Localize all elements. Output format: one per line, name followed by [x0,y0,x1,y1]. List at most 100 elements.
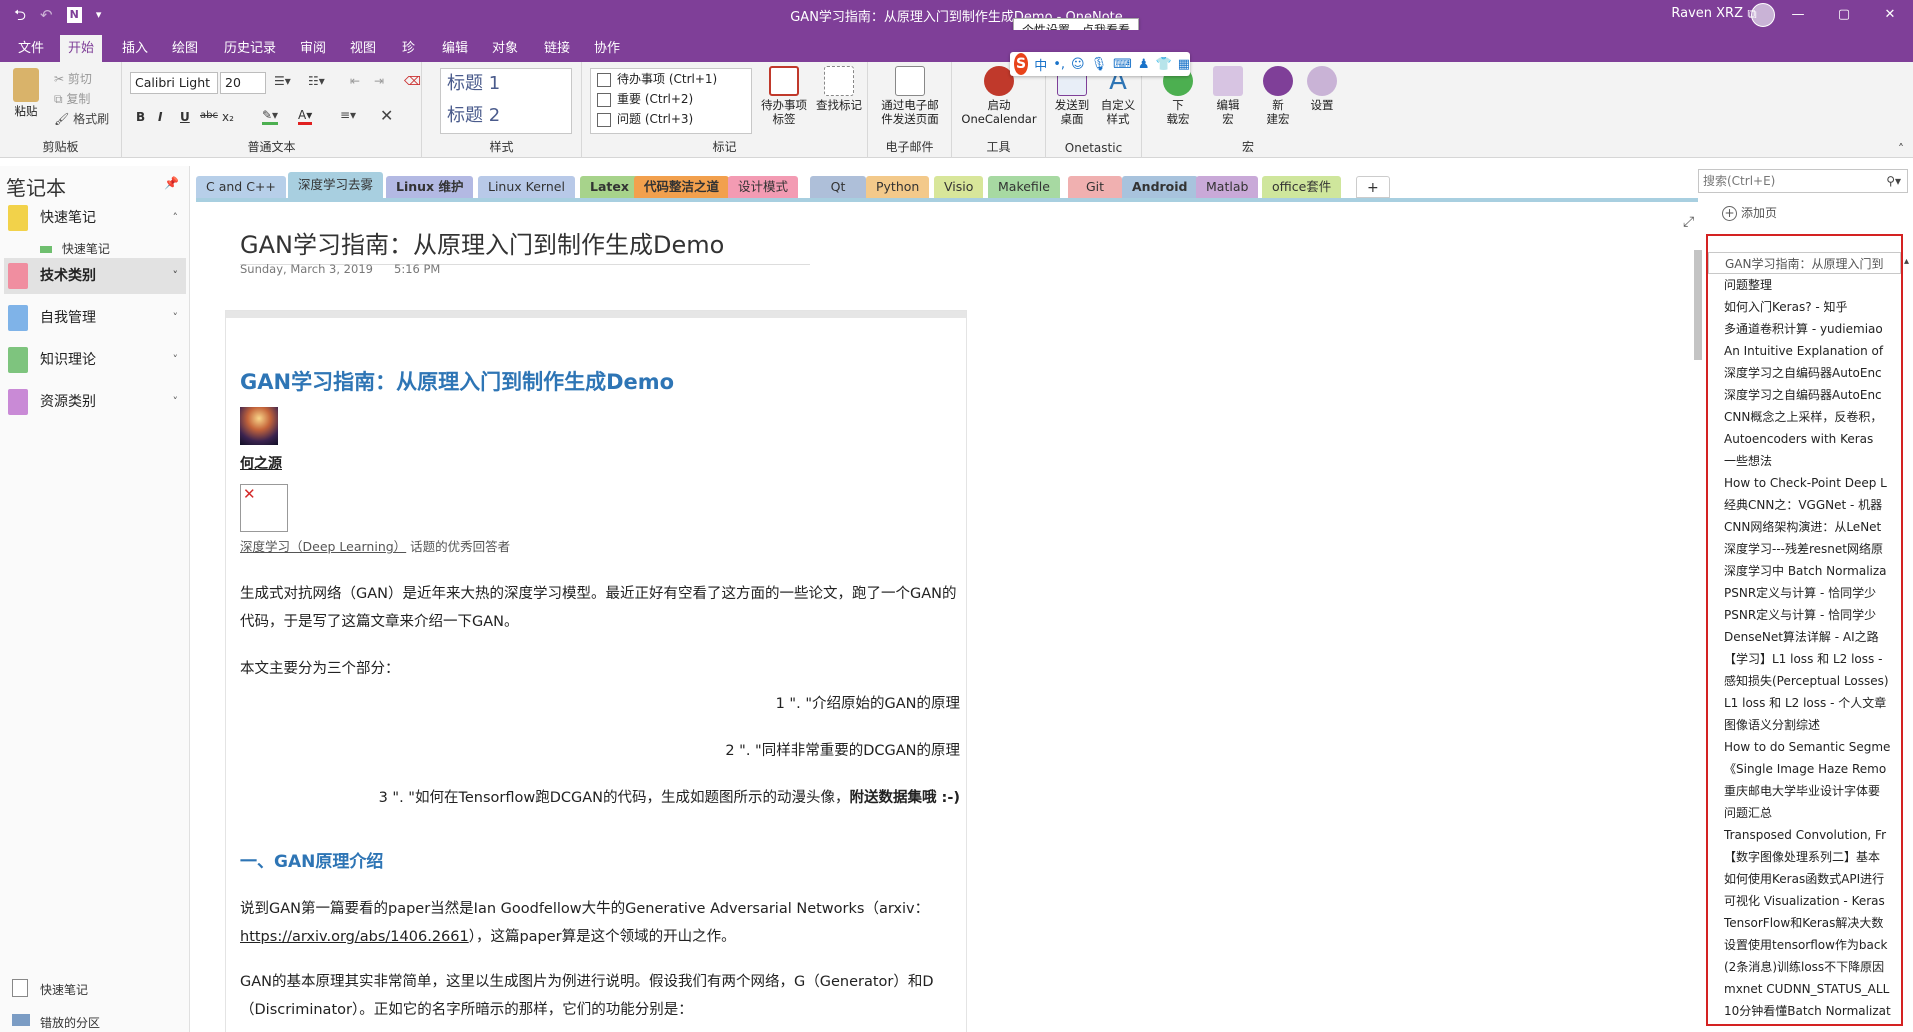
list-item[interactable]: How to do Semantic Segme [1708,736,1901,758]
page-scrollbar[interactable] [1692,240,1704,1032]
delete-icon[interactable]: ✕ [380,106,393,125]
tab-insert[interactable]: 插入 [114,35,156,62]
section-heading-1[interactable]: 一、GAN原理介绍 [240,848,960,876]
tag-important[interactable]: 重要 (Ctrl+2) [591,89,751,109]
list-item-1[interactable]: 1 ". "介绍原始的GAN的原理 [240,690,960,718]
paragraph-principle[interactable]: GAN的基本原理其实非常简单，这里以生成图片为例进行说明。假设我们有两个网络，G… [240,968,960,1028]
bullets-icon[interactable]: ☰▾ [274,74,291,88]
list-item[interactable]: PSNR定义与计算 - 恰同学少 [1708,604,1901,626]
ime-toolbox-icon[interactable]: ▦ [1178,57,1190,72]
list-item[interactable]: (2条消息)训练loss不下降原因 [1708,956,1901,978]
ime-skin-icon[interactable]: 👕 [1156,57,1172,72]
ime-mode-chinese[interactable]: 中 [1034,55,1047,74]
list-item[interactable]: 一些想法 [1708,450,1901,472]
section-tab-design-patterns[interactable]: 设计模式 [728,176,799,198]
add-page-button[interactable]: + 添加页 [1722,204,1777,221]
scrollbar-thumb[interactable] [1694,250,1702,360]
list-item[interactable]: 如何入门Keras? - 知乎 [1708,296,1901,318]
list-item[interactable]: 【数字图像处理系列二】基本 [1708,846,1901,868]
find-tags-button[interactable]: 查找标记 [812,66,866,112]
email-page-button[interactable]: 通过电子邮 件发送页面 [872,66,948,126]
chevron-down-icon[interactable]: ˅ [173,300,179,336]
notebook-tech[interactable]: 技术类别 ˅ [4,258,186,294]
section-quick-notes[interactable]: 快速笔记 [40,240,110,257]
macro-settings-button[interactable]: 设置 [1302,66,1342,112]
footer-quick-notes[interactable]: 快速笔记 [10,979,88,998]
list-item-3[interactable]: 3 ". "如何在Tensorflow跑DCGAN的代码，生成如题图所示的动漫头… [240,784,960,812]
list-item[interactable]: 经典CNN之：VGGNet - 机器 [1708,494,1901,516]
edit-macro-button[interactable]: 编辑 宏 [1208,66,1248,126]
copy-button[interactable]: ⧉ 复制 [54,90,90,107]
list-item[interactable]: 图像语义分割综述 [1708,714,1901,736]
list-item[interactable]: Transposed Convolution, Fr [1708,824,1901,846]
style-heading2[interactable]: 标题 2 [441,101,571,133]
section-tab-makefile[interactable]: Makefile [988,176,1060,198]
decrease-indent-icon[interactable]: ⇤ [350,74,360,88]
page-title[interactable]: GAN学习指南：从原理入门到制作生成Demo [240,225,810,265]
section-tab-android[interactable]: Android [1122,176,1198,198]
highlight-color-icon[interactable]: ✎▾ [262,108,279,125]
list-item[interactable]: 多通道卷积计算 - yudiemiao [1708,318,1901,340]
subscript-button[interactable]: x₂ [222,110,234,124]
list-item[interactable]: How to Check-Point Deep L [1708,472,1901,494]
list-item-2[interactable]: 2 ". "同样非常重要的DCGAN的原理 [240,737,960,765]
tab-collab[interactable]: 协作 [586,35,628,62]
increase-indent-icon[interactable]: ⇥ [374,74,384,88]
chevron-down-icon[interactable]: ˅ [173,342,179,378]
paragraph-intro[interactable]: 生成式对抗网络（GAN）是近年来大热的深度学习模型。最近正好有空看了这方面的一些… [240,580,960,636]
font-color-icon[interactable]: A▾ [298,108,313,125]
topic-link[interactable]: 深度学习（Deep Learning） [240,539,406,554]
list-item[interactable]: PSNR定义与计算 - 恰同学少 [1708,582,1901,604]
section-tab-latex[interactable]: Latex [580,176,639,198]
ime-emoji-icon[interactable]: ☺ [1071,57,1085,72]
ime-user-icon[interactable]: ♟ [1138,57,1150,72]
container-handle[interactable] [226,311,966,318]
section-tab-matlab[interactable]: Matlab [1196,176,1259,198]
title-image[interactable] [240,407,278,445]
page-list-scroll-up-icon[interactable]: ▴ [1904,256,1909,267]
tab-draw[interactable]: 绘图 [164,35,206,62]
expand-icon[interactable]: ⤢ [1683,214,1694,230]
list-item[interactable]: 问题汇总 [1708,802,1901,824]
ime-keyboard-icon[interactable]: ⌨ [1113,57,1132,72]
paragraph-paper[interactable]: 说到GAN第一篇要看的paper当然是Ian Goodfellow大牛的Gene… [240,895,960,951]
tab-link[interactable]: 链接 [536,35,578,62]
list-item[interactable]: 深度学习中 Batch Normaliza [1708,560,1901,582]
tag-question[interactable]: 问题 (Ctrl+3) [591,109,751,129]
broken-image[interactable]: ✕ [240,484,288,532]
list-item[interactable]: 感知损失(Perceptual Losses) [1708,670,1901,692]
tab-view[interactable]: 视图 [342,35,384,62]
notebook-resources[interactable]: 资源类别 ˅ [4,384,186,420]
pin-icon[interactable]: 📌 [164,176,179,190]
list-item[interactable]: mxnet CUDNN_STATUS_ALL [1708,978,1901,1000]
search-icon[interactable]: ⚲▾ [1886,170,1901,192]
format-painter-button[interactable]: 🖌 格式刷 [54,110,109,127]
ribbon-display-button[interactable]: ⧉ [1729,0,1775,30]
list-item[interactable]: 10分钟看懂Batch Normalizat [1708,1000,1901,1022]
list-item[interactable]: 深度学习之自编码器AutoEnc [1708,384,1901,406]
paragraph-parts[interactable]: 本文主要分为三个部分： [240,655,960,683]
section-tab-git[interactable]: Git [1068,176,1122,198]
style-heading1[interactable]: 标题 1 [441,69,571,101]
list-item[interactable]: CNN概念之上采样，反卷积， [1708,406,1901,428]
list-item[interactable]: 可视化 Visualization - Keras [1708,890,1901,912]
bold-button[interactable]: B [136,110,145,124]
list-item[interactable]: DenseNet算法详解 - AI之路 [1708,626,1901,648]
tag-todo[interactable]: 待办事项 (Ctrl+1) [591,69,751,89]
maximize-button[interactable]: ▢ [1821,0,1867,30]
chevron-down-icon[interactable]: ˅ [173,384,179,420]
tab-zhen[interactable]: 珍 [394,35,423,62]
chevron-up-icon[interactable]: ˄ [173,200,179,236]
tab-history[interactable]: 历史记录 [216,35,284,62]
ime-mic-icon[interactable]: 🎙 [1091,57,1108,72]
font-name-combo[interactable]: Calibri Light [130,72,218,94]
article-title[interactable]: GAN学习指南：从原理入门到制作生成Demo [240,368,960,396]
tab-review[interactable]: 审阅 [292,35,334,62]
minimize-button[interactable]: — [1775,0,1821,30]
notebook-knowledge[interactable]: 知识理论 ˅ [4,342,186,378]
notebook-quick-notes[interactable]: 快速笔记 ˄ [4,200,186,236]
list-item[interactable]: 《Single Image Haze Remo [1708,758,1901,780]
new-macro-button[interactable]: 新 建宏 [1258,66,1298,126]
font-size-combo[interactable]: 20 [220,72,266,94]
list-item[interactable]: An Intuitive Explanation of [1708,340,1901,362]
